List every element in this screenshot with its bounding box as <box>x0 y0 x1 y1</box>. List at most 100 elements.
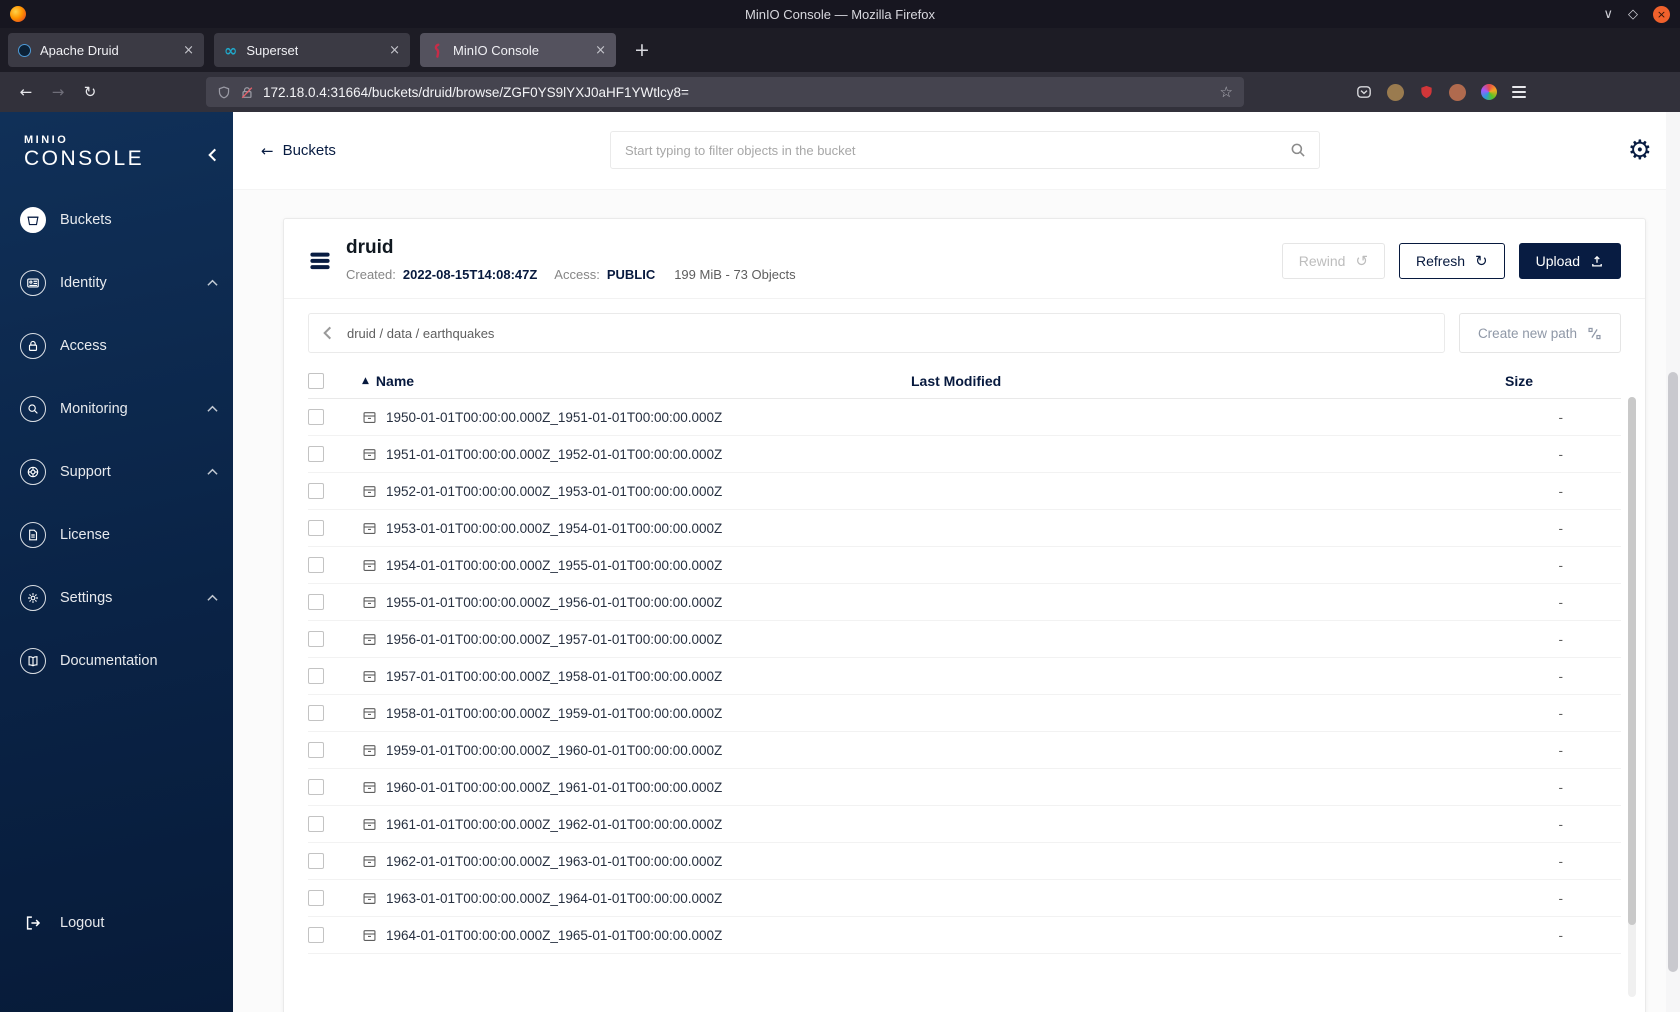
object-name[interactable]: 1956-01-01T00:00:00.000Z_1957-01-01T00:0… <box>386 632 722 647</box>
page-scrollbar-thumb[interactable] <box>1668 372 1678 972</box>
object-name[interactable]: 1963-01-01T00:00:00.000Z_1964-01-01T00:0… <box>386 891 722 906</box>
object-name[interactable]: 1959-01-01T00:00:00.000Z_1960-01-01T00:0… <box>386 743 722 758</box>
url-bar[interactable]: 172.18.0.4:31664/buckets/druid/browse/ZG… <box>206 77 1244 107</box>
sidebar-item-support[interactable]: Support <box>0 449 233 495</box>
tab-close-icon[interactable]: × <box>595 43 606 58</box>
back-button[interactable]: ← <box>10 77 42 107</box>
sidebar-item-documentation[interactable]: Documentation <box>0 638 233 684</box>
object-name[interactable]: 1957-01-01T00:00:00.000Z_1958-01-01T00:0… <box>386 669 722 684</box>
row-checkbox[interactable] <box>308 927 324 943</box>
tab-apache-druid[interactable]: Apache Druid × <box>8 33 204 67</box>
new-tab-button[interactable]: + <box>626 39 658 61</box>
refresh-button[interactable]: Refresh ↻ <box>1399 243 1505 279</box>
table-row[interactable]: 1950-01-01T00:00:00.000Z_1951-01-01T00:0… <box>308 399 1621 436</box>
object-filter-input[interactable] <box>610 131 1320 169</box>
row-checkbox[interactable] <box>308 705 324 721</box>
sidebar-item-access[interactable]: Access <box>0 323 233 369</box>
row-checkbox[interactable] <box>308 668 324 684</box>
reload-button[interactable]: ↻ <box>74 77 106 107</box>
sidebar-item-logout[interactable]: Logout <box>0 900 233 946</box>
rewind-button[interactable]: Rewind ↺ <box>1281 243 1386 279</box>
object-name[interactable]: 1951-01-01T00:00:00.000Z_1952-01-01T00:0… <box>386 447 722 462</box>
object-name[interactable]: 1952-01-01T00:00:00.000Z_1953-01-01T00:0… <box>386 484 722 499</box>
sidebar-item-settings[interactable]: Settings <box>0 575 233 621</box>
chevron-up-icon[interactable] <box>207 405 218 413</box>
column-header-last-modified[interactable]: Last Modified <box>911 373 1471 389</box>
sidebar-item-monitoring[interactable]: Monitoring <box>0 386 233 432</box>
sidebar-item-identity[interactable]: Identity <box>0 260 233 306</box>
forward-button[interactable]: → <box>42 77 74 107</box>
table-row[interactable]: 1952-01-01T00:00:00.000Z_1953-01-01T00:0… <box>308 473 1621 510</box>
table-row[interactable]: 1957-01-01T00:00:00.000Z_1958-01-01T00:0… <box>308 658 1621 695</box>
profile-avatar-icon[interactable] <box>1449 83 1466 101</box>
shield-icon[interactable] <box>217 85 231 100</box>
minimize-icon[interactable]: ∨ <box>1603 8 1613 21</box>
page-scrollbar[interactable] <box>1666 112 1680 1012</box>
ublock-shield-icon[interactable] <box>1419 84 1434 100</box>
bookmark-star-icon[interactable]: ☆ <box>1220 83 1233 101</box>
table-row[interactable]: 1958-01-01T00:00:00.000Z_1959-01-01T00:0… <box>308 695 1621 732</box>
object-name[interactable]: 1950-01-01T00:00:00.000Z_1951-01-01T00:0… <box>386 410 722 425</box>
row-checkbox[interactable] <box>308 557 324 573</box>
extension-pinwheel-icon[interactable] <box>1481 84 1497 100</box>
row-checkbox[interactable] <box>308 446 324 462</box>
table-row[interactable]: 1956-01-01T00:00:00.000Z_1957-01-01T00:0… <box>308 621 1621 658</box>
breadcrumb[interactable]: druid / data / earthquakes <box>347 326 494 341</box>
row-checkbox[interactable] <box>308 483 324 499</box>
object-name[interactable]: 1964-01-01T00:00:00.000Z_1965-01-01T00:0… <box>386 928 722 943</box>
sidebar-item-buckets[interactable]: Buckets <box>0 197 233 243</box>
insecure-lock-icon[interactable] <box>240 85 254 100</box>
upload-button[interactable]: Upload <box>1518 243 1621 279</box>
table-row[interactable]: 1963-01-01T00:00:00.000Z_1964-01-01T00:0… <box>308 880 1621 917</box>
menu-hamburger-icon[interactable] <box>1512 86 1526 98</box>
back-to-buckets-link[interactable]: ← Buckets <box>261 142 336 160</box>
table-row[interactable]: 1964-01-01T00:00:00.000Z_1965-01-01T00:0… <box>308 917 1621 954</box>
tab-close-icon[interactable]: × <box>183 43 194 58</box>
close-icon[interactable]: × <box>1653 5 1670 23</box>
row-checkbox[interactable] <box>308 594 324 610</box>
row-checkbox[interactable] <box>308 853 324 869</box>
chevron-up-icon[interactable] <box>207 594 218 602</box>
table-row[interactable]: 1951-01-01T00:00:00.000Z_1952-01-01T00:0… <box>308 436 1621 473</box>
object-name[interactable]: 1954-01-01T00:00:00.000Z_1955-01-01T00:0… <box>386 558 722 573</box>
row-checkbox[interactable] <box>308 742 324 758</box>
object-name[interactable]: 1961-01-01T00:00:00.000Z_1962-01-01T00:0… <box>386 817 722 832</box>
row-checkbox[interactable] <box>308 890 324 906</box>
object-name[interactable]: 1960-01-01T00:00:00.000Z_1961-01-01T00:0… <box>386 780 722 795</box>
object-name[interactable]: 1955-01-01T00:00:00.000Z_1956-01-01T00:0… <box>386 595 722 610</box>
row-checkbox[interactable] <box>308 631 324 647</box>
table-row[interactable]: 1962-01-01T00:00:00.000Z_1963-01-01T00:0… <box>308 843 1621 880</box>
url-text[interactable]: 172.18.0.4:31664/buckets/druid/browse/ZG… <box>263 85 1211 100</box>
console-settings-gear-icon[interactable]: ⚙ <box>1628 137 1652 164</box>
table-row[interactable]: 1954-01-01T00:00:00.000Z_1955-01-01T00:0… <box>308 547 1621 584</box>
row-checkbox[interactable] <box>308 520 324 536</box>
table-row[interactable]: 1961-01-01T00:00:00.000Z_1962-01-01T00:0… <box>308 806 1621 843</box>
breadcrumb-back-chevron-icon[interactable] <box>323 326 332 340</box>
create-new-path-button[interactable]: Create new path <box>1458 313 1621 353</box>
collapse-sidebar-chevron-icon[interactable] <box>208 148 217 162</box>
table-row[interactable]: 1953-01-01T00:00:00.000Z_1954-01-01T00:0… <box>308 510 1621 547</box>
table-row[interactable]: 1960-01-01T00:00:00.000Z_1961-01-01T00:0… <box>308 769 1621 806</box>
object-name[interactable]: 1958-01-01T00:00:00.000Z_1959-01-01T00:0… <box>386 706 722 721</box>
column-header-name[interactable]: ▲ Name <box>362 373 911 389</box>
table-row[interactable]: 1955-01-01T00:00:00.000Z_1956-01-01T00:0… <box>308 584 1621 621</box>
maximize-icon[interactable]: ◇ <box>1628 8 1638 21</box>
select-all-checkbox[interactable] <box>308 372 324 389</box>
tab-minio-console[interactable]: MinIO Console × <box>420 33 616 67</box>
tab-superset[interactable]: ∞ Superset × <box>214 33 410 67</box>
access-value[interactable]: PUBLIC <box>607 267 655 282</box>
tab-close-icon[interactable]: × <box>389 43 400 58</box>
table-scrollbar[interactable] <box>1628 397 1636 997</box>
chevron-up-icon[interactable] <box>207 468 218 476</box>
object-name[interactable]: 1953-01-01T00:00:00.000Z_1954-01-01T00:0… <box>386 521 722 536</box>
sidebar-item-license[interactable]: License <box>0 512 233 558</box>
row-checkbox[interactable] <box>308 409 324 425</box>
row-checkbox[interactable] <box>308 779 324 795</box>
row-checkbox[interactable] <box>308 816 324 832</box>
pocket-icon[interactable] <box>1356 84 1372 100</box>
account-avatar-icon[interactable] <box>1387 83 1404 101</box>
column-header-size[interactable]: Size <box>1471 373 1621 389</box>
object-name[interactable]: 1962-01-01T00:00:00.000Z_1963-01-01T00:0… <box>386 854 722 869</box>
table-row[interactable]: 1959-01-01T00:00:00.000Z_1960-01-01T00:0… <box>308 732 1621 769</box>
chevron-up-icon[interactable] <box>207 279 218 287</box>
